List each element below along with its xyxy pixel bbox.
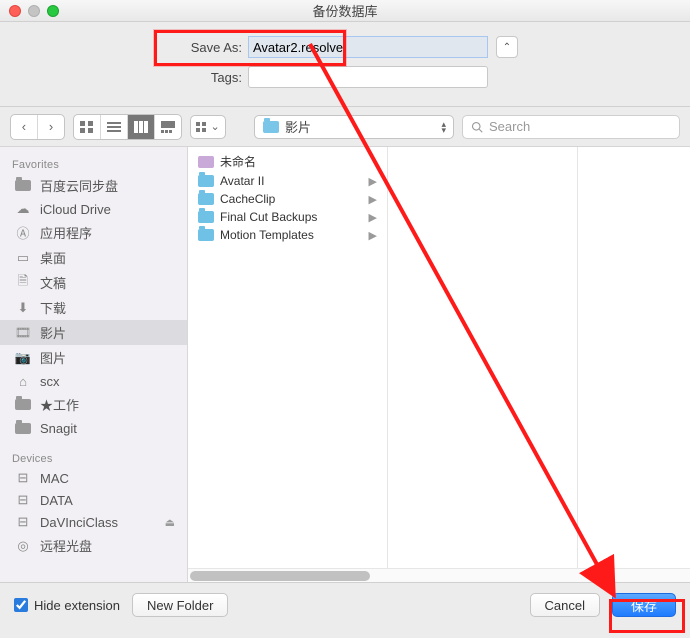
horizontal-scrollbar[interactable] xyxy=(188,568,690,582)
sidebar-section-favorites: Favorites xyxy=(0,153,187,173)
file-columns: 未命名Avatar II▶CacheClip▶Final Cut Backups… xyxy=(188,147,690,582)
updown-icon: ▴▾ xyxy=(441,121,445,133)
view-list-button[interactable] xyxy=(101,115,128,139)
titlebar: 备份数据库 xyxy=(0,0,690,22)
sidebar-item-label: 影片 xyxy=(40,323,66,342)
back-button[interactable]: ‹ xyxy=(11,115,38,139)
disclosure-icon: ▶ xyxy=(369,229,377,242)
clip-icon xyxy=(198,156,214,168)
scrollbar-thumb[interactable] xyxy=(190,571,370,581)
sidebar-item-6[interactable]: 🎞影片 xyxy=(0,320,187,345)
disclosure-icon: ▶ xyxy=(369,175,377,188)
browser-toolbar: ‹ › ⌄ 影片 ▴▾ Search xyxy=(0,107,690,147)
sidebar-item-label: ★工作 xyxy=(40,395,79,414)
nav-back-forward: ‹ › xyxy=(10,114,65,140)
window-title: 备份数据库 xyxy=(0,1,690,20)
tags-input[interactable] xyxy=(248,66,488,88)
file-column-1: 未命名Avatar II▶CacheClip▶Final Cut Backups… xyxy=(188,147,388,582)
view-columns-button[interactable] xyxy=(128,115,155,139)
new-folder-button[interactable]: New Folder xyxy=(132,593,228,617)
sidebar-item-label: 下载 xyxy=(40,298,66,317)
dialog-footer: Hide extension New Folder Cancel 保存 xyxy=(0,583,690,627)
file-item-4[interactable]: Motion Templates ▶ xyxy=(188,226,387,244)
eject-icon[interactable]: ⏏ xyxy=(165,516,175,529)
sidebar-item-label: 应用程序 xyxy=(40,223,92,242)
file-item-label: 未命名 xyxy=(220,153,256,170)
view-gallery-button[interactable] xyxy=(155,115,182,139)
sidebar-item-7[interactable]: 📷图片 xyxy=(0,345,187,370)
sidebar-item-label: 百度云同步盘 xyxy=(40,176,118,195)
hide-extension-input[interactable] xyxy=(14,598,28,612)
sidebar-item-4[interactable]: 🗎文稿 xyxy=(0,270,187,295)
sidebar-item-8[interactable]: ⌂scx xyxy=(0,370,187,392)
save-as-label: Save As: xyxy=(172,40,242,55)
hide-extension-label: Hide extension xyxy=(34,598,120,613)
file-browser: Favorites 百度云同步盘 ☁︎iCloud DriveⒶ应用程序▭桌面🗎文… xyxy=(0,147,690,583)
file-item-1[interactable]: Avatar II ▶ xyxy=(188,172,387,190)
folder-icon xyxy=(198,229,214,241)
file-item-3[interactable]: Final Cut Backups ▶ xyxy=(188,208,387,226)
file-item-label: Final Cut Backups xyxy=(220,210,317,224)
sidebar-section-devices: Devices xyxy=(0,447,187,467)
sidebar-item-label: 远程光盘 xyxy=(40,536,92,555)
sidebar: Favorites 百度云同步盘 ☁︎iCloud DriveⒶ应用程序▭桌面🗎文… xyxy=(0,147,188,582)
collapse-dialog-button[interactable]: ⌃ xyxy=(496,36,518,58)
forward-button[interactable]: › xyxy=(38,115,65,139)
filename-input[interactable] xyxy=(248,36,488,58)
sidebar-item-9[interactable]: ★工作 xyxy=(0,392,187,417)
file-column-2 xyxy=(388,147,578,582)
view-mode-switcher xyxy=(73,114,182,140)
file-item-label: CacheClip xyxy=(220,192,275,206)
sidebar-item-label: MAC xyxy=(40,471,69,486)
sidebar-device-2[interactable]: ⊟DaVInciClass⏏ xyxy=(0,511,187,533)
tags-label: Tags: xyxy=(172,70,242,85)
sidebar-item-5[interactable]: ⬇︎下载 xyxy=(0,295,187,320)
sidebar-device-3[interactable]: ◎远程光盘 xyxy=(0,533,187,558)
file-item-0[interactable]: 未命名 xyxy=(188,151,387,172)
folder-icon xyxy=(263,121,279,133)
sidebar-device-0[interactable]: ⊟MAC xyxy=(0,467,187,489)
sidebar-item-label: 桌面 xyxy=(40,248,66,267)
file-item-2[interactable]: CacheClip ▶ xyxy=(188,190,387,208)
sidebar-item-0[interactable]: 百度云同步盘 xyxy=(0,173,187,198)
folder-icon xyxy=(198,211,214,223)
hide-extension-checkbox[interactable]: Hide extension xyxy=(14,598,120,613)
sidebar-item-label: DATA xyxy=(40,493,73,508)
grouping-menu[interactable]: ⌄ xyxy=(190,115,226,139)
sidebar-item-label: 文稿 xyxy=(40,273,66,292)
sidebar-item-label: DaVInciClass xyxy=(40,515,118,530)
sidebar-item-label: 图片 xyxy=(40,348,66,367)
save-as-section: Save As: ⌃ Tags: xyxy=(0,22,690,106)
view-icons-button[interactable] xyxy=(74,115,101,139)
sidebar-item-1[interactable]: ☁︎iCloud Drive xyxy=(0,198,187,220)
sidebar-item-10[interactable]: Snagit xyxy=(0,417,187,439)
file-item-label: Avatar II xyxy=(220,174,264,188)
location-label: 影片 xyxy=(285,117,311,136)
sidebar-item-label: scx xyxy=(40,374,60,389)
folder-icon xyxy=(198,193,214,205)
cancel-button[interactable]: Cancel xyxy=(530,593,600,617)
location-popup[interactable]: 影片 ▴▾ xyxy=(254,115,454,139)
disclosure-icon: ▶ xyxy=(369,193,377,206)
save-button[interactable]: 保存 xyxy=(612,593,676,617)
sidebar-device-1[interactable]: ⊟DATA xyxy=(0,489,187,511)
sidebar-item-label: iCloud Drive xyxy=(40,202,111,217)
sidebar-item-3[interactable]: ▭桌面 xyxy=(0,245,187,270)
search-icon xyxy=(471,121,483,133)
sidebar-item-label: Snagit xyxy=(40,421,77,436)
folder-icon xyxy=(198,175,214,187)
chevron-down-icon: ⌄ xyxy=(210,120,219,133)
search-placeholder: Search xyxy=(489,119,530,134)
search-field[interactable]: Search xyxy=(462,115,680,139)
disclosure-icon: ▶ xyxy=(369,211,377,224)
sidebar-item-2[interactable]: Ⓐ应用程序 xyxy=(0,220,187,245)
file-item-label: Motion Templates xyxy=(220,228,314,242)
